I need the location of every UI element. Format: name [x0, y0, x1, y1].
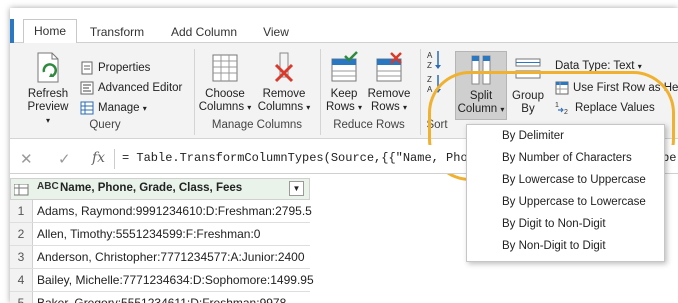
remove-rows-button[interactable]: Remove Rows ▾ — [364, 51, 414, 114]
group-label-query: Query — [89, 119, 121, 131]
tab-add-column[interactable]: Add Column — [162, 22, 246, 42]
grid-header: ABC Name, Phone, Grade, Class, Fees ▼ — [10, 178, 310, 200]
column-header[interactable]: Name, Phone, Grade, Class, Fees — [60, 182, 242, 194]
rows-label: Rows ▾ — [326, 101, 362, 113]
row-number: 2 — [10, 223, 33, 245]
column-filter-dropdown[interactable]: ▼ — [289, 181, 304, 196]
choose-columns-icon — [212, 54, 238, 82]
menu-item-by-delimiter[interactable]: By Delimiter — [467, 125, 664, 147]
preview-label: Preview ▾ — [27, 101, 69, 125]
properties-button[interactable]: Properties — [80, 59, 150, 77]
ribbon-separator — [320, 49, 321, 135]
menu-item-by-lowercase-to-uppercase[interactable]: By Lowercase to Uppercase — [467, 169, 664, 191]
ribbon-separator — [420, 49, 421, 135]
tab-transform[interactable]: Transform — [82, 22, 152, 42]
column-type-badge[interactable]: ABC — [37, 181, 59, 192]
refresh-label: Refresh — [27, 88, 69, 100]
refresh-icon — [37, 52, 59, 83]
keep-label: Keep — [330, 88, 358, 100]
choose-columns-button[interactable]: Choose Columns ▾ — [198, 51, 252, 114]
sort-ascending-icon: AZ — [427, 51, 441, 70]
formula-separator — [114, 149, 115, 169]
remove-columns-button[interactable]: Remove Columns ▾ — [254, 51, 314, 114]
tab-home[interactable]: Home — [23, 19, 77, 45]
table-row: 4 Bailey, Michelle:7771234634:D:Sophomor… — [10, 269, 314, 292]
keep-rows-icon — [331, 51, 358, 82]
remove-rows-icon — [376, 52, 402, 82]
menu-item-by-number-of-characters[interactable]: By Number of Characters — [467, 147, 664, 169]
keep-rows-button[interactable]: Keep Rows ▾ — [324, 51, 364, 114]
menu-item-by-non-digit-to-digit[interactable]: By Non-Digit to Digit — [467, 235, 664, 257]
file-tab-edge[interactable] — [10, 19, 14, 43]
table-row: 5 Baker, Gregory:5551234611:D:Freshman:9… — [10, 292, 310, 303]
manage-button[interactable]: Manage ▾ — [80, 99, 147, 117]
row-number: 1 — [10, 200, 33, 222]
svg-text:Z: Z — [427, 75, 432, 84]
sort-ascending-button[interactable]: AZ — [426, 49, 446, 71]
power-query-window: Home Transform Add Column View Refresh P… — [10, 8, 678, 303]
ribbon-tab-bar: Home Transform Add Column View — [10, 8, 678, 45]
remove-columns-icon — [274, 52, 294, 83]
split-column-menu: By Delimiter By Number of Characters By … — [466, 124, 665, 262]
menu-item-by-uppercase-to-lowercase[interactable]: By Uppercase to Lowercase — [467, 191, 664, 213]
remove-label: Remove — [262, 88, 306, 100]
rows-label: Rows ▾ — [371, 101, 407, 113]
row-number: 3 — [10, 246, 33, 268]
advanced-editor-button[interactable]: Advanced Editor — [80, 79, 182, 97]
group-label-reduce-rows: Reduce Rows — [333, 119, 405, 131]
table-cell[interactable]: Adams, Raymond:9991234610:D:Freshman:279… — [37, 200, 312, 222]
row-number: 4 — [10, 269, 33, 291]
table-cell[interactable]: Allen, Timothy:5551234599:F:Freshman:0 — [37, 223, 260, 245]
svg-text:A: A — [427, 51, 433, 60]
advanced-editor-icon — [80, 81, 94, 95]
fx-icon: fx — [92, 150, 106, 166]
table-cell[interactable]: Baker, Gregory:5551234611:D:Freshman:997… — [37, 292, 286, 303]
row-number: 5 — [10, 292, 33, 303]
columns-label: Columns ▾ — [257, 101, 311, 113]
table-row: 2 Allen, Timothy:5551234599:F:Freshman:0 — [10, 223, 310, 246]
ribbon-separator — [194, 49, 195, 135]
table-cell[interactable]: Bailey, Michelle:7771234634:D:Sophomore:… — [37, 269, 314, 291]
properties-icon — [81, 61, 93, 75]
svg-text:Z: Z — [427, 61, 432, 70]
table-menu-icon[interactable] — [14, 184, 30, 196]
tab-view[interactable]: View — [254, 22, 298, 42]
choose-label: Choose — [205, 88, 245, 100]
table-row: 1 Adams, Raymond:9991234610:D:Freshman:2… — [10, 200, 312, 223]
refresh-preview-button[interactable]: Refresh Preview ▾ — [24, 51, 72, 127]
commit-formula-icon[interactable]: ✓ — [58, 150, 71, 168]
columns-label: Columns ▾ — [198, 101, 252, 113]
remove-label: Remove — [367, 88, 411, 100]
table-cell[interactable]: Anderson, Christopher:7771234577:A:Junio… — [37, 246, 305, 268]
cancel-formula-icon[interactable]: ✕ — [20, 150, 33, 168]
table-row: 3 Anderson, Christopher:7771234577:A:Jun… — [10, 246, 310, 269]
table-icon — [80, 101, 94, 115]
group-label-manage-columns: Manage Columns — [211, 119, 303, 131]
menu-item-by-digit-to-non-digit[interactable]: By Digit to Non-Digit — [467, 213, 664, 235]
